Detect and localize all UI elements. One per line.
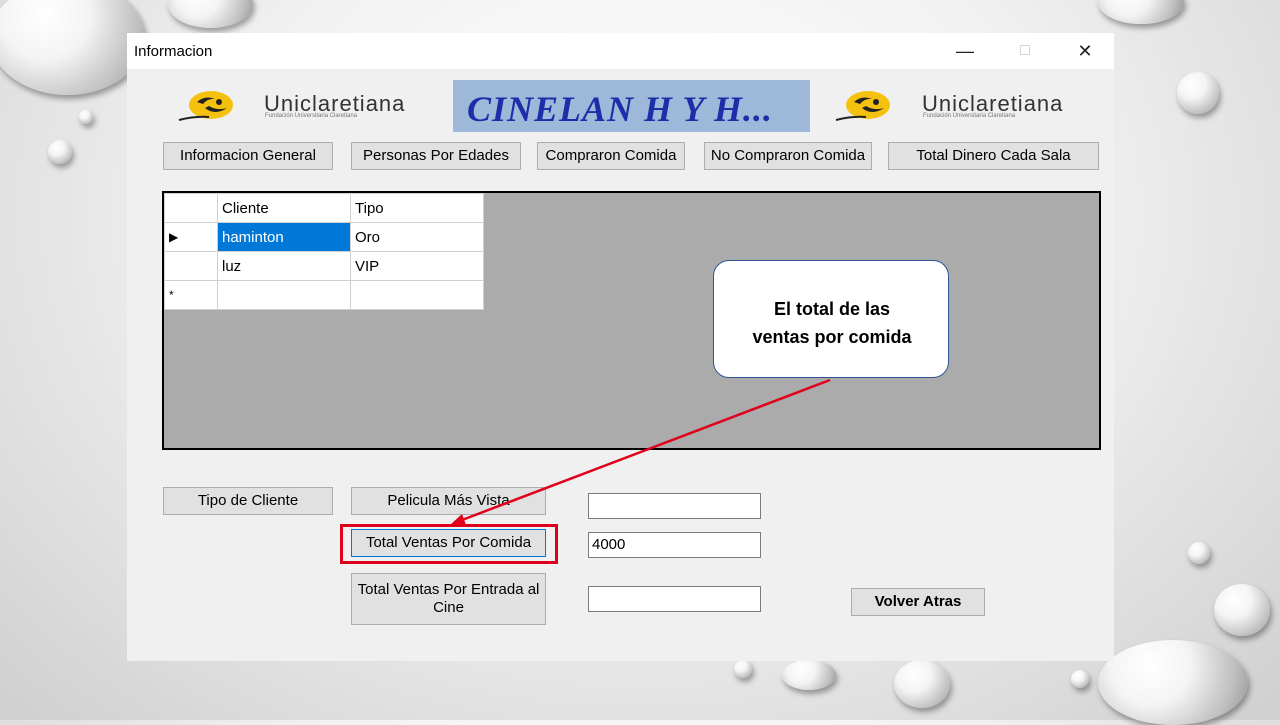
callout-arrow [450, 378, 831, 525]
callout-line-1: El total de las [773, 299, 891, 319]
callout-line-2: ventas por comida [752, 327, 912, 347]
callout-box: El total de las ventas por comida [713, 260, 949, 378]
callout-text: El total de las ventas por comida [714, 295, 950, 351]
